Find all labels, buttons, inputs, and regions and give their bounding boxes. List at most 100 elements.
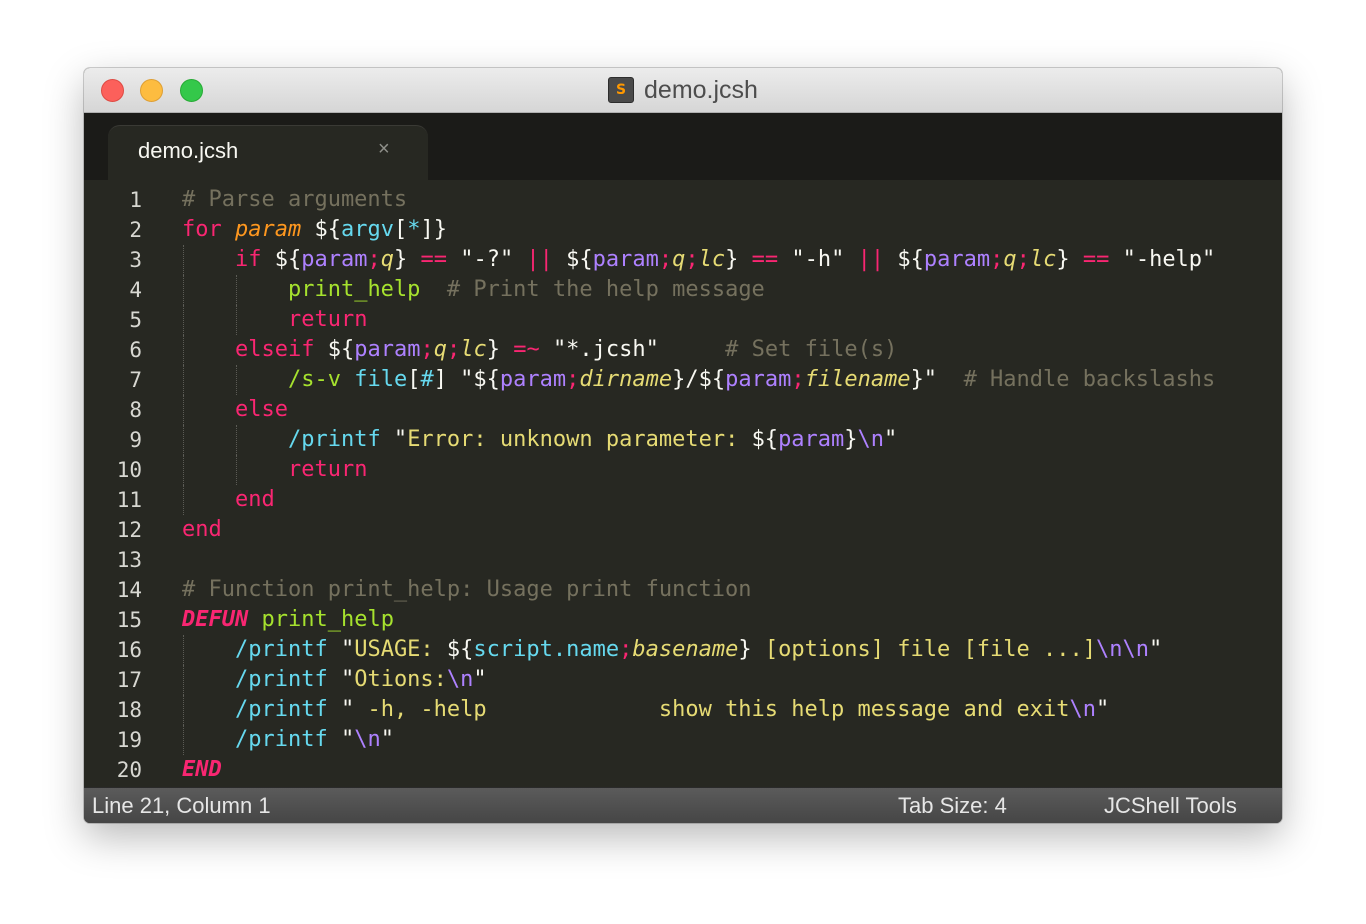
- code-token: ": [1148, 637, 1163, 662]
- code-token: param: [778, 427, 845, 452]
- line-number: 20: [116, 758, 142, 782]
- indent-guide: [183, 455, 184, 485]
- line-number: 9: [129, 428, 142, 452]
- code-token: end: [182, 517, 222, 542]
- indent-guide: [183, 395, 184, 425]
- code-token: }/${: [672, 367, 726, 392]
- code-line[interactable]: end: [182, 485, 1282, 515]
- code-token: ${: [301, 217, 341, 242]
- code-line[interactable]: for param ${argv[*]}: [182, 215, 1282, 245]
- indent-guide: [235, 425, 237, 455]
- code-token: ;: [685, 247, 699, 272]
- indent-guide: [235, 455, 237, 485]
- line-number: 1: [129, 188, 142, 212]
- code-line[interactable]: /printf " -h, -help show this help messa…: [182, 695, 1282, 725]
- code-token: /printf: [234, 667, 328, 692]
- tab-close-icon[interactable]: ×: [378, 138, 390, 161]
- code-token: #: [420, 367, 434, 392]
- code-token: ;: [990, 247, 1004, 272]
- code-token: ${: [566, 247, 593, 272]
- tab-demo-jcsh[interactable]: demo.jcsh ×: [108, 125, 428, 182]
- code-line[interactable]: return: [182, 455, 1282, 485]
- code-token: DEFUN: [182, 607, 249, 632]
- indent-guide: [183, 725, 184, 755]
- code-token: ": [327, 637, 355, 662]
- code-line[interactable]: # Function print_help: Usage print funct…: [182, 575, 1282, 605]
- indent-guide: [183, 245, 184, 275]
- code-token: q: [1003, 247, 1017, 272]
- code-line[interactable]: /printf "USAGE: ${script.name;basename} …: [182, 635, 1282, 665]
- code-token: [options] file [file ...]: [751, 637, 1096, 662]
- code-token: ${: [314, 337, 355, 362]
- code-token: ": [884, 427, 898, 452]
- code-token: ;: [367, 247, 381, 272]
- code-token: return: [287, 307, 368, 332]
- code-token: /printf: [234, 637, 328, 662]
- code-token: END: [182, 757, 222, 782]
- code-token: =~: [499, 337, 553, 362]
- tab-size-selector[interactable]: Tab Size: 4: [898, 793, 1007, 819]
- indent-guide: [183, 365, 184, 395]
- code-token: \n: [857, 427, 885, 452]
- code-line[interactable]: /printf "Error: unknown parameter: ${par…: [182, 425, 1282, 455]
- code-token: # Set file(s): [725, 337, 898, 362]
- code-token: lc: [460, 337, 487, 362]
- code-token: ${: [897, 247, 924, 272]
- window-title: demo.jcsh: [644, 75, 758, 104]
- line-number: 11: [116, 488, 142, 512]
- code-token: elseif: [234, 337, 315, 362]
- code-area[interactable]: # Parse arguments for param ${argv[*]} if…: [182, 185, 1282, 785]
- code-token: }: [486, 337, 500, 362]
- code-line[interactable]: /printf "Otions:\n": [182, 665, 1282, 695]
- code-editor[interactable]: 1 2 3 4 5 6 7 8 9 10 11 12 13 14 15 16 17 18 19 20 # Parse …: [84, 181, 1282, 787]
- code-token: ": [327, 697, 355, 722]
- indent-guide: [235, 305, 237, 335]
- code-token: argv: [340, 217, 394, 242]
- line-number: 12: [116, 518, 142, 542]
- code-token: ${: [751, 427, 779, 452]
- code-token: USAGE:: [354, 637, 447, 662]
- code-line[interactable]: end: [182, 515, 1282, 545]
- code-token: /s-v: [287, 367, 341, 392]
- code-line[interactable]: else: [182, 395, 1282, 425]
- code-line[interactable]: if ${param;q} == "-?" || ${param;q;lc} =…: [182, 245, 1282, 275]
- code-line[interactable]: print_help # Print the help message: [182, 275, 1282, 305]
- code-token: param: [725, 367, 792, 392]
- line-number: 18: [116, 698, 142, 722]
- code-token: }": [910, 367, 938, 392]
- code-token: ;: [566, 367, 580, 392]
- tab-label: demo.jcsh: [138, 138, 239, 163]
- code-line[interactable]: # Parse arguments: [182, 185, 1282, 215]
- code-line[interactable]: return: [182, 305, 1282, 335]
- code-token: ||: [513, 247, 567, 272]
- code-token: }: [738, 637, 752, 662]
- code-token: \n: [354, 727, 381, 752]
- tab-bar: demo.jcsh ×: [84, 113, 1282, 182]
- code-token: ": [327, 667, 355, 692]
- code-token: ;: [446, 337, 461, 362]
- syntax-selector[interactable]: JCShell Tools: [1104, 793, 1237, 819]
- line-number: 2: [129, 218, 142, 242]
- code-line[interactable]: elseif ${param;q;lc} =~ "*.jcsh" # Set f…: [182, 335, 1282, 365]
- code-token: ;: [1016, 247, 1030, 272]
- code-line[interactable]: DEFUN print_help: [182, 605, 1282, 635]
- code-token: \n\n: [1095, 637, 1149, 662]
- code-line[interactable]: /s-v file[#] "${param;dirname}/${param;f…: [182, 365, 1282, 395]
- code-token: [: [407, 367, 421, 392]
- code-token: dirname: [579, 367, 673, 392]
- code-line[interactable]: /printf "\n": [182, 725, 1282, 755]
- code-line[interactable]: [182, 545, 1282, 575]
- indent-guide: [183, 275, 184, 305]
- code-token: print_help: [287, 277, 421, 302]
- code-line[interactable]: END: [182, 755, 1282, 785]
- line-number: 16: [116, 638, 142, 662]
- code-token: ==: [407, 247, 461, 272]
- code-token: q: [672, 247, 686, 272]
